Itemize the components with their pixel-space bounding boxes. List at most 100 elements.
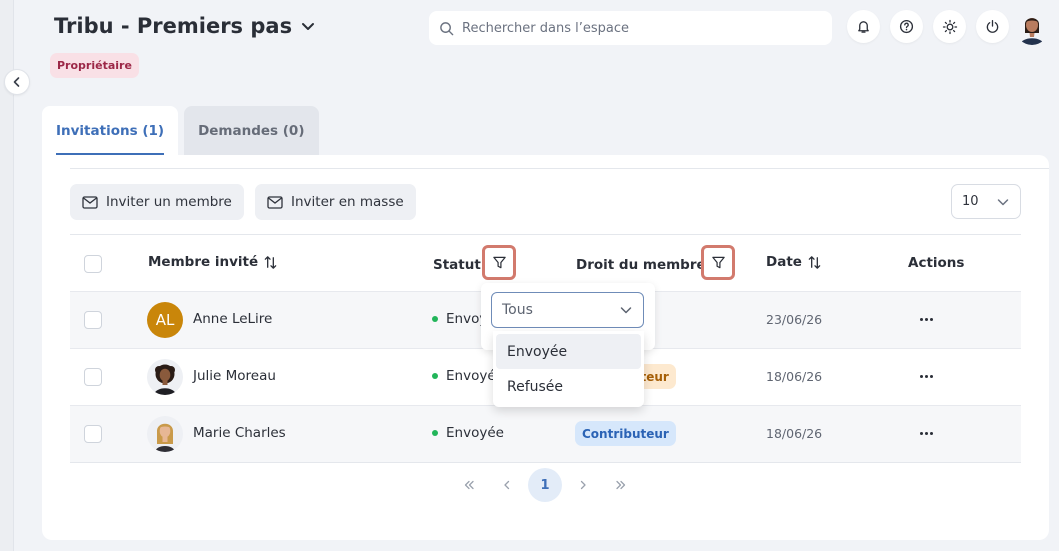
status-filter-value: Tous — [502, 302, 533, 318]
invite-member-button[interactable]: Inviter un membre — [70, 184, 244, 220]
next-page-button[interactable] — [566, 468, 600, 502]
more-icon — [924, 374, 928, 378]
invite-bulk-button[interactable]: Inviter en masse — [255, 184, 416, 220]
avatar: AL — [147, 302, 183, 338]
mail-icon — [82, 195, 98, 209]
notifications-button[interactable] — [847, 10, 880, 43]
first-page-button[interactable] — [452, 468, 486, 502]
column-actions-label: Actions — [908, 255, 965, 271]
chevron-down-icon — [620, 307, 632, 314]
avatar — [147, 359, 183, 395]
status: Envoyée — [432, 425, 504, 441]
member-name: Anne LeLire — [193, 311, 273, 327]
avatar-initials: AL — [155, 311, 175, 329]
tabs: Invitations (1) Demandes (0) — [42, 106, 319, 155]
role-badge: Propriétaire — [50, 53, 139, 78]
member-name: Marie Charles — [193, 425, 286, 441]
avatar — [147, 416, 183, 452]
more-icon — [929, 317, 933, 321]
help-icon — [899, 19, 914, 34]
pagination: 1 — [452, 468, 638, 502]
role-badge: Contributeur — [575, 421, 676, 446]
collapse-sidebar-button[interactable] — [4, 69, 30, 95]
row-actions-button[interactable] — [914, 308, 938, 330]
chevron-down-icon — [997, 198, 1009, 205]
column-status-label: Statut — [433, 257, 481, 273]
invite-member-label: Inviter un membre — [106, 194, 232, 210]
last-page-button[interactable] — [604, 468, 638, 502]
status-filter-options: Envoyée Refusée — [493, 331, 644, 407]
more-icon — [929, 374, 933, 378]
tab-requests[interactable]: Demandes (0) — [184, 106, 319, 155]
page-title: Tribu - Premiers pas — [54, 14, 293, 38]
chevron-left-icon — [13, 77, 20, 87]
row-actions-button[interactable] — [914, 365, 938, 387]
chevron-left-icon — [504, 480, 510, 490]
select-all-checkbox[interactable] — [84, 255, 102, 273]
table-row: Marie Charles Envoyée Contributeur 18/06… — [70, 405, 1021, 462]
more-icon — [919, 431, 923, 435]
status-dot — [432, 316, 438, 322]
column-member-label: Membre invité — [148, 254, 259, 270]
more-icon — [929, 431, 933, 435]
status-filter-button[interactable] — [482, 245, 516, 280]
filter-icon — [492, 256, 506, 269]
sort-icon — [264, 255, 277, 269]
status-option-refused[interactable]: Refusée — [496, 369, 641, 404]
more-icon — [919, 374, 923, 378]
previous-page-button[interactable] — [490, 468, 524, 502]
filter-icon — [711, 256, 725, 269]
chevron-down-icon — [302, 23, 315, 30]
power-icon — [986, 20, 999, 33]
status-label: Envoyée — [446, 425, 504, 441]
chevrons-right-icon — [616, 480, 626, 490]
avatar-photo-icon — [154, 364, 176, 395]
status-option-sent[interactable]: Envoyée — [496, 334, 641, 369]
tab-invitations[interactable]: Invitations (1) — [42, 106, 179, 155]
logout-button[interactable] — [976, 10, 1009, 43]
divider — [70, 462, 1021, 463]
row-checkbox[interactable] — [84, 425, 102, 443]
user-avatar[interactable] — [1015, 9, 1049, 45]
column-date-label: Date — [766, 254, 802, 270]
user-avatar-icon — [1020, 18, 1044, 45]
chevron-right-icon — [580, 480, 586, 490]
mail-icon — [267, 195, 283, 209]
column-role-label: Droit du membre — [576, 257, 706, 273]
help-button[interactable] — [890, 10, 923, 43]
invite-bulk-label: Inviter en masse — [291, 194, 404, 210]
more-icon — [924, 317, 928, 321]
page-1-button[interactable]: 1 — [528, 468, 562, 502]
status-filter-select[interactable]: Tous — [491, 292, 644, 328]
bell-icon — [858, 21, 869, 33]
page-size-select[interactable]: 10 — [951, 184, 1021, 219]
search-box[interactable] — [429, 11, 832, 45]
theme-toggle-button[interactable] — [933, 10, 966, 43]
header-actions — [847, 10, 1009, 43]
row-actions-button[interactable] — [914, 422, 938, 444]
member-name: Julie Moreau — [193, 368, 276, 384]
column-status: Statut — [433, 257, 481, 273]
role-filter-button[interactable] — [701, 245, 735, 280]
sort-icon — [808, 255, 821, 269]
status-dot — [432, 430, 438, 436]
more-icon — [924, 431, 928, 435]
search-input[interactable] — [462, 20, 822, 36]
invite-date: 23/06/26 — [766, 312, 823, 327]
column-role: Droit du membre — [576, 257, 706, 273]
chevrons-left-icon — [464, 480, 474, 490]
sun-icon — [942, 19, 957, 34]
divider — [70, 168, 1049, 169]
column-member[interactable]: Membre invité — [148, 254, 278, 270]
column-date[interactable]: Date — [766, 254, 822, 270]
row-checkbox[interactable] — [84, 311, 102, 329]
invite-date: 18/06/26 — [766, 426, 823, 441]
status-dot — [432, 373, 438, 379]
space-selector[interactable]: Tribu - Premiers pas — [54, 14, 316, 38]
column-actions: Actions — [908, 255, 964, 271]
avatar-photo-icon — [155, 423, 175, 452]
search-icon — [440, 21, 454, 35]
more-icon — [919, 317, 923, 321]
row-checkbox[interactable] — [84, 368, 102, 386]
page-size-value: 10 — [962, 194, 979, 209]
